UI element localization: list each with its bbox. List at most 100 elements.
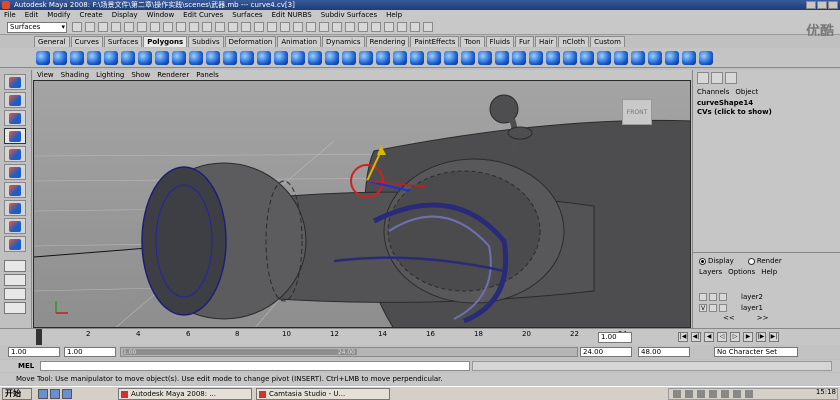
panel-menu-show[interactable]: Show xyxy=(131,70,150,80)
poly-pyramid-icon[interactable] xyxy=(155,51,169,65)
menu-modify[interactable]: Modify xyxy=(47,10,70,20)
mirror-geometry-icon[interactable] xyxy=(342,51,356,65)
reverse-normals-icon[interactable] xyxy=(682,51,696,65)
input-box-icon[interactable] xyxy=(384,22,394,32)
explorer-icon[interactable] xyxy=(62,389,72,399)
taskbar-item-camtasia[interactable]: Camtasia Studio - U... xyxy=(256,388,390,400)
insert-edge-loop-icon[interactable] xyxy=(478,51,492,65)
shelf-tab-hair[interactable]: Hair xyxy=(534,36,558,47)
new-scene-icon[interactable] xyxy=(72,22,82,32)
delete-edge-icon[interactable] xyxy=(546,51,560,65)
panel-menu-lighting[interactable]: Lighting xyxy=(96,70,124,80)
menu-subdiv-surfaces[interactable]: Subdiv Surfaces xyxy=(321,10,377,20)
playback-start-field[interactable]: 1.00 xyxy=(64,347,116,357)
separate-icon[interactable] xyxy=(257,51,271,65)
channel-box-cvs-toggle[interactable]: CVs (click to show) xyxy=(697,108,772,116)
taskbar-item-maya[interactable]: Autodesk Maya 2008: ... xyxy=(118,388,252,400)
append-polygon-icon[interactable] xyxy=(444,51,458,65)
shelf-tab-toon[interactable]: Toon xyxy=(460,36,485,47)
tray-icon[interactable] xyxy=(673,390,681,398)
shelf-tab-fluids[interactable]: Fluids xyxy=(485,36,514,47)
poly-prism-icon[interactable] xyxy=(138,51,152,65)
play-backward-icon[interactable]: ◁ xyxy=(717,332,727,342)
show-manipulator-icon[interactable] xyxy=(4,218,26,234)
show-tool-settings-icon[interactable] xyxy=(410,22,420,32)
merge-vertices-icon[interactable] xyxy=(529,51,543,65)
poly-cylinder-icon[interactable] xyxy=(70,51,84,65)
paint-select-tool-icon[interactable] xyxy=(4,110,26,126)
view-cube[interactable]: FRONT xyxy=(622,99,652,125)
show-desktop-icon[interactable] xyxy=(38,389,48,399)
lock-selection-icon[interactable] xyxy=(254,22,264,32)
display-layer-radio[interactable]: Display xyxy=(699,257,734,265)
channel-box-divider[interactable] xyxy=(693,252,840,253)
poly-soccer-icon[interactable] xyxy=(206,51,220,65)
menu-create[interactable]: Create xyxy=(79,10,102,20)
select-hierarchy-icon[interactable] xyxy=(111,22,121,32)
select-tool-icon[interactable] xyxy=(4,74,26,90)
move-tool-icon[interactable] xyxy=(4,128,26,144)
minimize-button[interactable] xyxy=(806,1,816,9)
character-set-dropdown[interactable]: No Character Set xyxy=(714,347,798,357)
ie-icon[interactable] xyxy=(50,389,60,399)
poly-sphere-icon[interactable] xyxy=(36,51,50,65)
render-frame-icon[interactable] xyxy=(345,22,355,32)
panel-menu-shading[interactable]: Shading xyxy=(61,70,89,80)
shelf-tab-fur[interactable]: Fur xyxy=(514,36,534,47)
channel-box-menu-channels[interactable]: Channels xyxy=(697,88,729,96)
harden-edge-icon[interactable] xyxy=(665,51,679,65)
mask-handles-icon[interactable] xyxy=(150,22,160,32)
snap-curve-icon[interactable] xyxy=(280,22,290,32)
soften-edge-icon[interactable] xyxy=(648,51,662,65)
snap-view-plane-icon[interactable] xyxy=(306,22,316,32)
shelf-tab-painteffects[interactable]: PaintEffects xyxy=(410,36,460,47)
cylindrical-mapping-icon[interactable] xyxy=(580,51,594,65)
menu-file[interactable]: File xyxy=(4,10,16,20)
poly-pipe-icon[interactable] xyxy=(172,51,186,65)
save-scene-icon[interactable] xyxy=(98,22,108,32)
shelf-tab-general[interactable]: General xyxy=(34,36,70,47)
poly-platonic-icon[interactable] xyxy=(223,51,237,65)
maximize-button[interactable] xyxy=(817,1,827,9)
poly-cone-icon[interactable] xyxy=(87,51,101,65)
select-object-icon[interactable] xyxy=(124,22,134,32)
layer-row[interactable]: V layer1 xyxy=(699,303,831,313)
tray-icon[interactable] xyxy=(721,390,729,398)
mask-render-icon[interactable] xyxy=(228,22,238,32)
current-frame-field[interactable]: 1.00 xyxy=(598,332,632,343)
menu-window[interactable]: Window xyxy=(147,10,175,20)
3d-viewport[interactable]: FRONT xyxy=(33,80,691,328)
automatic-mapping-icon[interactable] xyxy=(614,51,628,65)
show-channel-box-icon[interactable] xyxy=(423,22,433,32)
shelf-tab-subdivs[interactable]: Subdivs xyxy=(188,36,224,47)
layer-scroll-next-button[interactable]: >> xyxy=(757,314,769,322)
layer-visibility-toggle[interactable]: V xyxy=(699,304,707,312)
bevel-icon[interactable] xyxy=(512,51,526,65)
shelf-tab-ncloth[interactable]: nCloth xyxy=(558,36,590,47)
layer-display-type-toggle[interactable] xyxy=(709,304,717,312)
uv-texture-editor-icon[interactable] xyxy=(631,51,645,65)
layer-menu-options[interactable]: Options xyxy=(728,268,755,276)
history-icon[interactable] xyxy=(332,22,342,32)
start-button[interactable]: 开始 xyxy=(2,388,32,400)
shelf-tab-polygons[interactable]: Polygons xyxy=(143,36,188,47)
snap-point-icon[interactable] xyxy=(293,22,303,32)
layer-visibility-toggle[interactable] xyxy=(699,293,707,301)
single-perspective-layout-icon[interactable] xyxy=(4,260,26,272)
layer-menu-help[interactable]: Help xyxy=(761,268,777,276)
select-component-icon[interactable] xyxy=(137,22,147,32)
attribute-editor-toggle-icon[interactable] xyxy=(697,72,709,84)
intersection-icon[interactable] xyxy=(325,51,339,65)
average-vertices-icon[interactable] xyxy=(699,51,713,65)
smooth-icon[interactable] xyxy=(359,51,373,65)
menu-set-dropdown[interactable]: Surfaces xyxy=(7,22,67,33)
poly-helix-icon[interactable] xyxy=(189,51,203,65)
tray-icon[interactable] xyxy=(733,390,741,398)
spherical-mapping-icon[interactable] xyxy=(597,51,611,65)
scale-tool-icon[interactable] xyxy=(4,164,26,180)
menu-surfaces[interactable]: Surfaces xyxy=(232,10,262,20)
mask-misc-icon[interactable] xyxy=(241,22,251,32)
mask-deform-icon[interactable] xyxy=(202,22,212,32)
shelf-tab-custom[interactable]: Custom xyxy=(590,36,625,47)
shelf-tab-curves[interactable]: Curves xyxy=(70,36,103,47)
